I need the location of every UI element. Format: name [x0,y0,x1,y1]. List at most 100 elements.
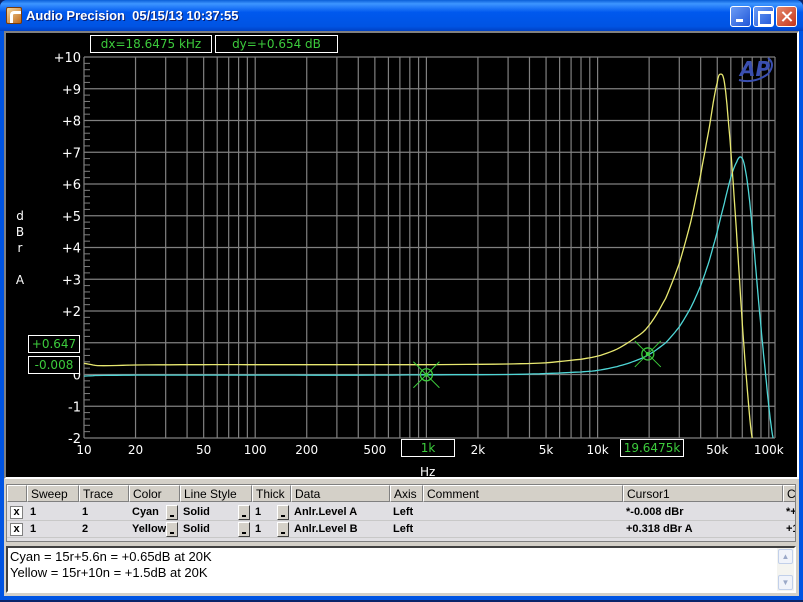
table-row[interactable]: x 1 2 Yellow Solid 1 Anlr.Level B Left +0.318 dB… [7,521,795,538]
cursor1-value: *-0.008 dBr [626,506,684,518]
notes-line: Yellow = 15r+10n = +1.5dB at 20K [10,565,208,580]
x-tick-label: 100 [244,443,267,457]
color-cell[interactable]: Yellow [129,521,180,538]
col-header-axis[interactable]: Axis [390,485,423,502]
y-label-char: r [17,241,23,255]
x-tick-label: 50k [706,443,728,457]
x-tick-label: 100k [754,443,784,457]
col-header-cursor2[interactable]: Cu [783,485,795,502]
cursor2-y-readout[interactable]: +0.647 [28,335,80,353]
line-style-cell[interactable]: Solid [180,521,252,538]
scroll-down-button[interactable]: ▼ [778,575,793,590]
ap-logo: AP [738,57,770,81]
color-value: Cyan [132,506,159,518]
comment-cell[interactable] [423,504,623,521]
trace-enabled-checkbox[interactable]: x [10,506,23,519]
col-header-trace[interactable]: Trace [79,485,129,502]
thick-dropdown-button[interactable] [277,505,289,520]
x-tick-label: 5k [539,443,554,457]
thick-value: 1 [255,506,262,518]
sweep-cell[interactable]: 1 [27,521,79,538]
y-label-char: d [16,209,24,223]
y-label-char: A [15,273,25,287]
x-tick-label: 10k [586,443,608,457]
cursor1-x-readout[interactable]: 1k [401,439,455,457]
color-dropdown-button[interactable] [166,522,178,537]
y-tick-label: +7 [62,146,81,161]
color-cell[interactable]: Cyan [129,504,180,521]
notes-line: Cyan = 15r+5.6n = +0.65dB at 20K [10,549,212,564]
col-header-enable[interactable] [7,485,27,502]
x-axis-label: Hz [420,465,436,479]
line-style-value: Solid [183,506,210,518]
y-tick-label: +3 [62,273,81,288]
thick-value: 1 [255,523,262,535]
line-style-dropdown-button[interactable] [238,522,250,537]
notes-textarea[interactable]: Cyan = 15r+5.6n = +0.65dB at 20K Yellow … [6,546,796,593]
y-tick-label: +10 [54,51,81,66]
y-tick-label: +8 [62,115,81,130]
trace-cell[interactable]: 2 [79,521,129,538]
col-header-line-style[interactable]: Line Style [180,485,252,502]
enable-cell[interactable]: x [7,521,27,538]
graph-panel[interactable]: +10+9+8+7+6+5+4+3+2+10-1-210205010020050… [4,31,799,479]
notes-scrollbar[interactable]: ▲ ▼ [777,548,794,591]
y-tick-label: +2 [62,305,81,320]
trace-table[interactable]: Sweep Trace Color Line Style Thick Data … [6,484,796,542]
cursor2-cell[interactable]: *+ [783,504,796,521]
cursor1-cell[interactable]: +0.318 dBr A [623,521,783,538]
x-tick-label: 10 [76,443,91,457]
trace-value: 2 [82,523,89,535]
col-header-comment[interactable]: Comment [423,485,623,502]
cursor2-x-readout[interactable]: 19.6475k [620,439,684,457]
line-style-value: Solid [183,523,210,535]
col-header-color[interactable]: Color [129,485,180,502]
sweep-cell[interactable]: 1 [27,504,79,521]
data-cell[interactable]: Anlr.Level B [291,521,390,538]
data-value: Anlr.Level B [294,523,358,535]
axis-cell[interactable]: Left [390,504,423,521]
trace-cell[interactable]: 1 [79,504,129,521]
scroll-up-button[interactable]: ▲ [778,549,793,564]
trace-value: 1 [82,506,89,518]
trace-enabled-checkbox[interactable]: x [10,523,23,536]
cursor2-value: *+ [786,506,796,518]
app-window: Audio Precision 05/15/13 10:37:55 +10 +9 +… [0,0,803,600]
thick-dropdown-button[interactable] [277,522,289,537]
axis-value: Left [393,506,414,518]
y-label-char: B [15,225,25,239]
color-dropdown-button[interactable] [166,505,178,520]
line-style-cell[interactable]: Solid [180,504,252,521]
comment-cell[interactable] [423,521,623,538]
cursor1-cell[interactable]: *-0.008 dBr [623,504,783,521]
table-header: Sweep Trace Color Line Style Thick Data … [7,485,795,502]
col-header-thick[interactable]: Thick [252,485,291,502]
thick-cell[interactable]: 1 [252,521,291,538]
y-tick-label: +9 [62,83,81,98]
dx-readout: dx=18.6475 kHz [90,35,212,53]
dy-readout: dy=+0.654 dB [215,35,338,53]
cursor1-y-readout[interactable]: -0.008 [28,356,80,374]
col-header-cursor1[interactable]: Cursor1 [623,485,783,502]
axis-cell[interactable]: Left [390,521,423,538]
x-tick-label: 500 [363,443,386,457]
y-tick-label: +5 [62,210,81,225]
data-cell[interactable]: Anlr.Level A [291,504,390,521]
data-value: Anlr.Level A [294,506,358,518]
col-header-data[interactable]: Data [291,485,390,502]
color-value: Yellow [132,523,167,535]
cursor1-value: +0.318 dBr A [626,523,693,535]
x-tick-label: 50 [196,443,211,457]
table-row[interactable]: x 1 1 Cyan Solid 1 Anlr.Level A Left *-0.008 dBr… [7,504,796,521]
thick-cell[interactable]: 1 [252,504,291,521]
y-tick-label: +4 [62,242,81,257]
axis-value: Left [393,523,414,535]
line-style-dropdown-button[interactable] [238,505,250,520]
y-tick-label: -1 [68,400,81,415]
x-tick-label: 20 [128,443,143,457]
col-header-sweep[interactable]: Sweep [27,485,79,502]
cursor2-value: +1 [786,523,795,535]
y-label-spacer [15,256,25,272]
enable-cell[interactable]: x [7,504,27,521]
cursor2-cell[interactable]: +1 [783,521,795,538]
